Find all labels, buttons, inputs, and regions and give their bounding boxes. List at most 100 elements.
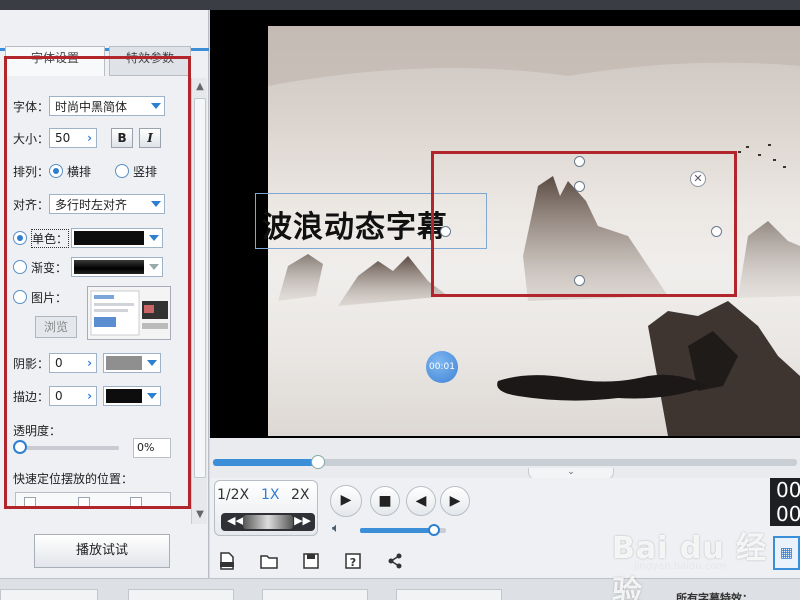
chevron-right-icon: ›: [87, 356, 93, 370]
gradient-swatch: [74, 260, 145, 274]
size-value: 50: [55, 131, 71, 145]
tab-effect-params[interactable]: 特效参数: [109, 46, 191, 76]
timeline-playhead[interactable]: [311, 455, 325, 469]
fast-forward-icon[interactable]: ▶▶: [294, 514, 311, 527]
volume-slider-handle[interactable]: [428, 524, 440, 536]
tab-font-settings[interactable]: 字体设置: [5, 46, 105, 76]
bottom-tab-1[interactable]: [0, 589, 98, 600]
help-button[interactable]: ?: [342, 550, 364, 572]
arrange-vertical-radio[interactable]: [115, 164, 130, 178]
stroke-label: 描边：: [13, 389, 50, 404]
volume-icon[interactable]: 🔈︎: [332, 521, 340, 536]
next-frame-icon: ▶: [449, 493, 461, 509]
play-test-button[interactable]: 播放试试: [34, 534, 170, 568]
effects-panel-button[interactable]: ▦: [773, 536, 800, 570]
gradient-color-picker[interactable]: [71, 257, 164, 277]
opacity-slider-track[interactable]: [19, 446, 119, 450]
fill-solid-label: 单色：: [31, 228, 70, 248]
scroll-up-icon[interactable]: ▲: [192, 80, 208, 94]
shadow-color-picker[interactable]: [103, 353, 162, 373]
image-preview-thumbnail: [87, 286, 171, 340]
position-cell-center[interactable]: [78, 497, 90, 507]
quick-position-label: 快速定位摆放的位置：: [13, 471, 134, 486]
chevron-down-icon: [151, 103, 162, 109]
stop-icon: ■: [378, 493, 392, 509]
bottom-tab-3[interactable]: [262, 589, 368, 600]
chevron-down-icon: [151, 201, 162, 207]
timeline-progress-fill: [213, 459, 318, 466]
solid-color-picker[interactable]: [71, 228, 164, 248]
shadow-value: 0: [55, 356, 63, 370]
resize-handle-top[interactable]: [574, 181, 585, 192]
next-frame-button[interactable]: ▶: [440, 486, 470, 516]
stop-button[interactable]: ■: [370, 486, 400, 516]
speed-option-half[interactable]: 1/2X: [217, 487, 249, 503]
settings-scrollbar[interactable]: ▲ ▼: [191, 78, 207, 524]
shadow-stepper[interactable]: 0 ›: [49, 353, 98, 373]
rewind-icon[interactable]: ◀◀: [227, 514, 244, 527]
all-subtitle-effects-label: 所有字幕特效：: [676, 592, 753, 600]
chevron-right-icon: ›: [87, 131, 93, 145]
save-button[interactable]: [300, 550, 322, 572]
film-icon: ▦: [779, 545, 794, 561]
arrange-horizontal-radio[interactable]: [49, 164, 64, 178]
size-stepper[interactable]: 50 ›: [49, 128, 98, 148]
resize-handle-bottom[interactable]: [574, 275, 585, 286]
volume-slider-fill: [360, 528, 434, 533]
play-button[interactable]: ▶: [330, 485, 362, 517]
resize-handle-right[interactable]: [711, 226, 722, 237]
arrange-label: 排列：: [13, 164, 50, 179]
resize-handle-left[interactable]: [440, 226, 451, 237]
align-select[interactable]: 多行时左对齐: [49, 194, 166, 214]
prev-frame-button[interactable]: ◀: [406, 486, 436, 516]
bold-button[interactable]: B: [111, 128, 134, 148]
speed-option-normal[interactable]: 1X: [261, 487, 280, 503]
italic-button[interactable]: I: [139, 128, 162, 148]
scroll-thumb[interactable]: [194, 98, 206, 478]
opacity-value[interactable]: 0%: [133, 438, 171, 458]
fill-gradient-radio[interactable]: [13, 260, 27, 274]
solid-color-swatch: [74, 231, 145, 245]
stroke-stepper[interactable]: 0 ›: [49, 386, 98, 406]
file-toolbar: ?: [210, 544, 550, 578]
bottom-tabs-strip: 所有字幕特效：: [0, 578, 800, 600]
position-cell-left[interactable]: [24, 497, 36, 507]
quick-position-grid[interactable]: [15, 492, 171, 508]
settings-tabs: 字体设置 特效参数: [5, 46, 191, 76]
size-label: 大小：: [13, 131, 50, 146]
rotate-handle[interactable]: [574, 156, 585, 167]
bottom-tab-2[interactable]: [128, 589, 234, 600]
close-icon[interactable]: ✕: [690, 171, 706, 187]
opacity-slider-handle[interactable]: [13, 440, 27, 454]
share-button[interactable]: [384, 550, 406, 572]
new-button[interactable]: [216, 550, 238, 572]
shadow-label: 阴影：: [13, 356, 50, 371]
opacity-label: 透明度：: [13, 423, 62, 438]
speed-scrubber[interactable]: ◀◀ ▶▶: [221, 513, 315, 531]
font-select-value: 时尚中黑简体: [55, 99, 128, 114]
title-strip: [0, 0, 800, 10]
align-label: 对齐：: [13, 197, 50, 212]
open-button[interactable]: [258, 550, 280, 572]
scroll-down-icon[interactable]: ▼: [192, 508, 208, 522]
bottom-tab-4[interactable]: [396, 589, 502, 600]
stroke-color-picker[interactable]: [103, 386, 162, 406]
fill-image-radio[interactable]: [13, 290, 27, 304]
font-label: 字体：: [13, 99, 50, 114]
fill-solid-radio[interactable]: [13, 231, 27, 245]
speed-option-double[interactable]: 2X: [291, 487, 310, 503]
align-select-value: 多行时左对齐: [55, 197, 128, 212]
timecode-line-1: 00: [776, 478, 800, 502]
prev-frame-icon: ◀: [415, 493, 427, 509]
speed-scrubber-handle[interactable]: [243, 515, 293, 529]
position-cell-right[interactable]: [130, 497, 142, 507]
chevron-right-icon: ›: [87, 389, 93, 403]
new-icon: [220, 552, 234, 570]
app-window: 字体设置 特效参数 ▲ ▼ 字体： 时尚中黑简体 大小： 50 › B I 排列…: [0, 0, 800, 600]
browse-button[interactable]: 浏览: [35, 316, 77, 338]
thumbnail-screenshot-icon: [88, 287, 170, 339]
caption-text[interactable]: 波浪动态字幕: [262, 202, 482, 246]
time-marker[interactable]: 00:01: [426, 351, 458, 383]
font-select[interactable]: 时尚中黑简体: [49, 96, 166, 116]
chevron-down-icon: [147, 360, 158, 366]
